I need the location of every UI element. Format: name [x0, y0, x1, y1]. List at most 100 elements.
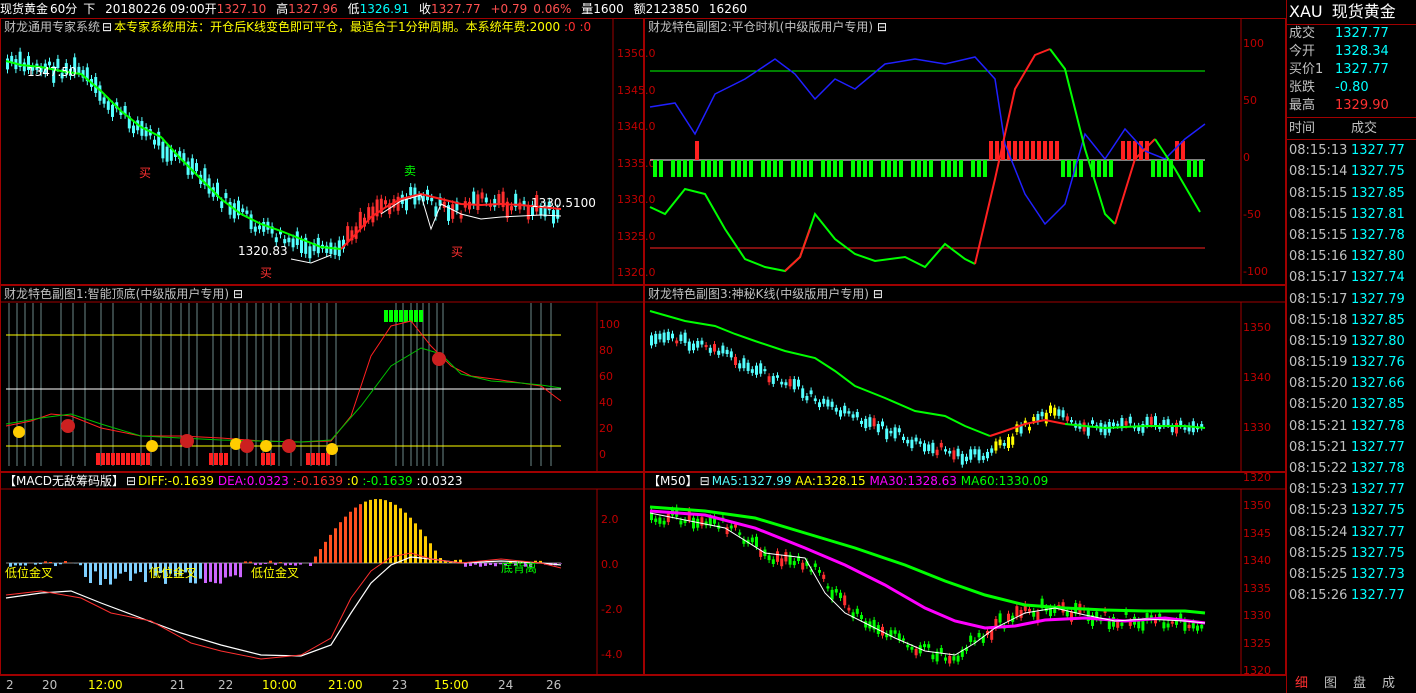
golden-cross-3: 低位金叉 — [251, 565, 299, 580]
tick-time: 08:15:20 — [1289, 397, 1348, 413]
candle-body — [818, 402, 821, 408]
exit-bar-green — [941, 160, 945, 177]
candle-body — [1175, 422, 1178, 434]
bottom-signal-bar — [326, 453, 330, 465]
candle-body — [526, 205, 530, 220]
candle-body — [813, 398, 817, 402]
bottom-signal-bar — [106, 453, 110, 465]
tick-row: 08:15:17 1327.74 — [1287, 267, 1416, 288]
tick-row: 08:15:23 1327.75 — [1287, 500, 1416, 521]
tick-header-time: 时间 — [1289, 121, 1316, 136]
exit-bar-green — [707, 160, 711, 177]
tick-time: 08:15:21 — [1289, 418, 1348, 434]
candle-body — [484, 197, 488, 203]
macd-bar — [129, 563, 132, 581]
main-kline-panel[interactable]: 财龙通用专家系统 ⊟ 本专家系统用法：开仓后K线变色即可平仓，最适合于1分钟周期。本… — [0, 18, 656, 286]
top-signal-bar — [384, 310, 388, 322]
exit-bar-green — [1067, 160, 1071, 177]
candle-body — [692, 517, 695, 529]
exit-bar-green — [1109, 160, 1113, 177]
quote-row-value: -0.80 — [1335, 80, 1369, 95]
macd-bar — [264, 563, 267, 564]
macd-bar — [429, 543, 432, 563]
macd-bar — [259, 563, 262, 565]
bottom-tab[interactable]: 成 — [1374, 675, 1403, 693]
low-value: 1326.91 — [359, 2, 410, 16]
x-axis-label: 21 — [170, 678, 186, 692]
candle-body — [843, 595, 847, 606]
golden-cross-2: 低位金叉 — [149, 565, 197, 580]
macd-bar — [119, 563, 122, 574]
exit-bar-green — [1151, 160, 1155, 177]
candle-body — [935, 449, 939, 456]
exit-bar-green — [911, 160, 915, 177]
exit-bar-green — [869, 160, 873, 177]
bottom-tab[interactable]: 盘 — [1345, 675, 1374, 693]
candle-body — [771, 559, 775, 565]
tick-price: 1327.78 — [1351, 227, 1405, 243]
exit-timing-panel[interactable]: 财龙特色副图2:平仓时机(中级版用户专用) ⊟ 100 50 0 -50 -100 — [644, 18, 1286, 286]
bottom-tab[interactable]: 细 — [1287, 675, 1316, 693]
candle-body — [518, 202, 522, 210]
candle-body — [241, 208, 245, 213]
y-tick-label: 100 — [1243, 37, 1264, 50]
exit-bar-red — [1181, 141, 1185, 160]
macd-bar — [99, 563, 102, 585]
x-axis-label: 2 — [6, 678, 14, 692]
candle-body — [750, 537, 754, 543]
candle-body — [346, 226, 350, 242]
candle-body — [153, 139, 156, 145]
tick-list[interactable]: 08:15:13 1327.77 08:15:14 1327.75 08:15:15 13… — [1287, 140, 1416, 606]
candle-body — [1196, 625, 1199, 631]
period[interactable]: 60分 — [50, 2, 77, 16]
amount: 2123850 — [645, 2, 700, 16]
macd-bar — [244, 561, 247, 563]
candle-body — [927, 644, 931, 648]
macd-bar — [249, 561, 252, 563]
macd-bar — [59, 563, 62, 565]
macd-panel[interactable]: 【MACD无敌筹码版】 ⊟ DIFF:-0.1639 DEA:0.0323 :-0.… — [0, 472, 645, 676]
exit-bar-green — [1187, 160, 1191, 177]
macd-bar — [314, 556, 317, 563]
candle-body — [952, 656, 956, 661]
y-tick-label: 50 — [1243, 94, 1257, 107]
exit-bar-green — [1097, 160, 1101, 177]
macd-bar — [319, 549, 322, 563]
candle-body — [77, 66, 81, 74]
exit-bar-green — [833, 160, 837, 177]
candle-body — [384, 200, 387, 205]
macd-bar — [254, 563, 257, 566]
y-tick-label: 1345 — [1243, 526, 1271, 540]
mystery-kline-panel[interactable]: 财龙特色副图3:神秘K线(中级版用户专用) ⊟ 1350 1340 1330 1320 — [644, 285, 1287, 484]
candle-body — [1200, 624, 1204, 629]
candle-body — [990, 448, 994, 453]
quote-panel: XAU 现货黄金 成交 1327.77 今开 1328.34 买价1 1327.77 张跌 -… — [1286, 0, 1416, 693]
candle-body — [451, 204, 455, 219]
tick-row: 08:15:15 1327.81 — [1287, 204, 1416, 225]
x-axis-label: 22 — [218, 678, 234, 692]
symbol-name[interactable]: 现货黄金 — [0, 2, 48, 16]
top-bottom-panel[interactable]: 财龙特色副图1:智能顶底(中级版用户专用) ⊟ 100 80 60 40 20 0 — [0, 285, 645, 473]
candle-body — [893, 427, 897, 439]
x-axis-label: 20 — [42, 678, 58, 692]
macd-bar — [234, 563, 237, 576]
candle-body — [759, 363, 763, 374]
tick-price: 1327.66 — [1351, 376, 1405, 392]
bottom-tab[interactable]: 图 — [1316, 675, 1345, 693]
y-tick-label: 1340 — [1243, 371, 1271, 384]
tick-row: 08:15:15 1327.85 — [1287, 183, 1416, 204]
exit-bar-green — [791, 160, 795, 177]
bottom-signal-bar — [219, 453, 223, 465]
macd-bar — [239, 563, 242, 578]
candle-body — [1116, 423, 1120, 426]
exit-bar-red — [1175, 141, 1179, 160]
candle-body — [918, 441, 922, 444]
candle-body — [805, 396, 809, 401]
moving-average-panel[interactable]: 【M50】 ⊟ MA5:1327.99 AA:1328.15 MA30:1328.6… — [644, 472, 1287, 677]
exit-bar-green — [1079, 160, 1083, 177]
bottom-signal-bar — [261, 453, 265, 465]
tick-time: 08:15:16 — [1289, 249, 1348, 265]
candle-body — [763, 369, 767, 372]
candle-body — [780, 381, 784, 385]
tick-row: 08:15:25 1327.75 — [1287, 543, 1416, 564]
